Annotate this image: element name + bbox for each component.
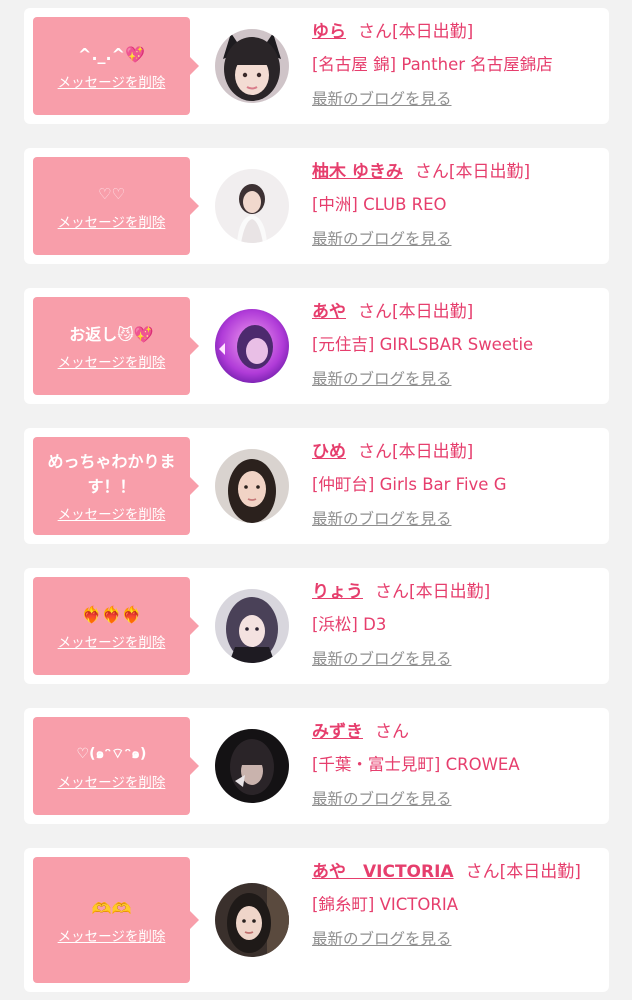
avatar-image <box>215 169 289 243</box>
message-bubble: めっちゃわかります！！ メッセージを削除 <box>33 437 199 535</box>
status-label: [本日出勤] <box>392 442 474 462</box>
blog-link[interactable]: 最新のブログを見る <box>312 88 452 110</box>
cast-name-link[interactable]: あや <box>312 302 346 322</box>
avatar[interactable] <box>215 449 289 523</box>
avatar-image <box>215 449 289 523</box>
cast-info: あや VICTORIA さん[本日出勤] [錦糸町] VICTORIA 最新のブロ… <box>312 858 584 950</box>
blog-link[interactable]: 最新のブログを見る <box>312 368 452 390</box>
avatar[interactable] <box>215 309 289 383</box>
delete-message-link[interactable]: メッセージを削除 <box>58 351 166 371</box>
list-item: ❤️‍🔥❤️‍🔥❤️‍🔥 メッセージを削除 りょう さん[本日出勤] [浜松] D… <box>24 568 609 684</box>
shop-label: [中洲] CLUB REO <box>312 195 447 214</box>
list-item: ♡♡ メッセージを削除 柚木 ゆきみ さん[本日出勤] [中洲] CLUB REO… <box>24 148 609 264</box>
avatar-image <box>215 883 289 957</box>
blog-link[interactable]: 最新のブログを見る <box>312 228 452 250</box>
list-item: ^._.^💖 メッセージを削除 ゆら さん[本日出勤] [名古屋 錦] Panth… <box>24 8 609 124</box>
honorific: さん <box>414 162 449 182</box>
cast-info: みずき さん [千葉・富士見町] CROWEA 最新のブログを見る <box>312 718 592 810</box>
shop-label: [名古屋 錦] Panther 名古屋錦店 <box>312 55 553 74</box>
list-item: めっちゃわかります！！ メッセージを削除 ひめ さん[本日出勤] [仲町台] Gi… <box>24 428 609 544</box>
cast-name-link[interactable]: 柚木 ゆきみ <box>312 162 403 182</box>
message-text: 🫶🫶 <box>91 898 132 918</box>
cast-name-link[interactable]: ゆら <box>312 22 346 42</box>
message-text: お返し😼💖 <box>69 324 154 344</box>
shop-label: [千葉・富士見町] CROWEA <box>312 755 520 774</box>
avatar-image <box>215 729 289 803</box>
shop-label: [仲町台] Girls Bar Five G <box>312 475 507 494</box>
avatar[interactable] <box>215 589 289 663</box>
delete-message-link[interactable]: メッセージを削除 <box>58 503 166 523</box>
honorific: さん <box>375 582 409 602</box>
message-text: ♡(๑ᵔ⌔ᵔ๑) <box>76 745 147 762</box>
message-list: ^._.^💖 メッセージを削除 ゆら さん[本日出勤] [名古屋 錦] Panth… <box>0 0 632 1000</box>
delete-message-link[interactable]: メッセージを削除 <box>58 71 166 91</box>
honorific: さん <box>375 722 409 742</box>
avatar-image <box>215 589 289 663</box>
list-item: 🫶🫶 メッセージを削除 あや VICTORIA さん[本日出勤] [錦糸町] VI… <box>24 848 609 992</box>
status-label: [本日出勤] <box>392 302 474 322</box>
avatar[interactable] <box>215 883 289 957</box>
message-bubble: 🫶🫶 メッセージを削除 <box>33 857 199 983</box>
message-bubble: ^._.^💖 メッセージを削除 <box>33 17 199 115</box>
list-item: ♡(๑ᵔ⌔ᵔ๑) メッセージを削除 みずき さん [千葉・富士見町] CROWEA… <box>24 708 609 824</box>
honorific: さん <box>358 302 392 322</box>
message-text: ^._.^💖 <box>78 44 145 64</box>
honorific: さん <box>358 442 392 462</box>
shop-label: [錦糸町] VICTORIA <box>312 895 458 914</box>
message-bubble: ♡(๑ᵔ⌔ᵔ๑) メッセージを削除 <box>33 717 199 815</box>
status-label: [本日出勤] <box>409 582 491 602</box>
status-label: [本日出勤] <box>448 162 531 182</box>
blog-link[interactable]: 最新のブログを見る <box>312 648 452 670</box>
cast-name-link[interactable]: りょう <box>312 582 363 602</box>
avatar[interactable] <box>215 29 289 103</box>
cast-info: ゆら さん[本日出勤] [名古屋 錦] Panther 名古屋錦店 最新のブログを… <box>312 18 592 110</box>
shop-label: [浜松] D3 <box>312 615 387 634</box>
message-bubble: ♡♡ メッセージを削除 <box>33 157 199 255</box>
honorific: さん <box>465 862 500 882</box>
cast-info: ひめ さん[本日出勤] [仲町台] Girls Bar Five G 最新のブログ… <box>312 438 592 530</box>
status-label: [本日出勤] <box>392 22 474 42</box>
list-item: お返し😼💖 メッセージを削除 あや さん[本日出勤] [元住吉] GIRLSBA… <box>24 288 609 404</box>
avatar[interactable] <box>215 729 289 803</box>
delete-message-link[interactable]: メッセージを削除 <box>58 631 166 651</box>
shop-label: [元住吉] GIRLSBAR Sweetie <box>312 335 534 354</box>
cast-info: りょう さん[本日出勤] [浜松] D3 最新のブログを見る <box>312 578 592 670</box>
message-text: ♡♡ <box>98 184 125 203</box>
blog-link[interactable]: 最新のブログを見る <box>312 508 452 530</box>
blog-link[interactable]: 最新のブログを見る <box>312 928 452 950</box>
delete-message-link[interactable]: メッセージを削除 <box>58 211 166 231</box>
cast-name-link[interactable]: あや VICTORIA <box>312 862 454 882</box>
avatar-image <box>215 309 289 383</box>
avatar-image <box>215 29 289 103</box>
delete-message-link[interactable]: メッセージを削除 <box>58 771 166 791</box>
cast-name-link[interactable]: みずき <box>312 722 363 742</box>
message-bubble: お返し😼💖 メッセージを削除 <box>33 297 199 395</box>
delete-message-link[interactable]: メッセージを削除 <box>58 925 166 945</box>
cast-info: あや さん[本日出勤] [元住吉] GIRLSBAR Sweetie 最新のブログ… <box>312 298 592 390</box>
avatar[interactable] <box>215 169 289 243</box>
cast-name-link[interactable]: ひめ <box>312 442 346 462</box>
message-text: ❤️‍🔥❤️‍🔥❤️‍🔥 <box>81 604 142 624</box>
cast-info: 柚木 ゆきみ さん[本日出勤] [中洲] CLUB REO 最新のブログを見る <box>312 158 592 250</box>
blog-link[interactable]: 最新のブログを見る <box>312 788 452 810</box>
honorific: さん <box>358 22 392 42</box>
message-bubble: ❤️‍🔥❤️‍🔥❤️‍🔥 メッセージを削除 <box>33 577 199 675</box>
status-label: [本日出勤] <box>499 862 581 882</box>
message-text: めっちゃわかります！！ <box>47 452 176 496</box>
